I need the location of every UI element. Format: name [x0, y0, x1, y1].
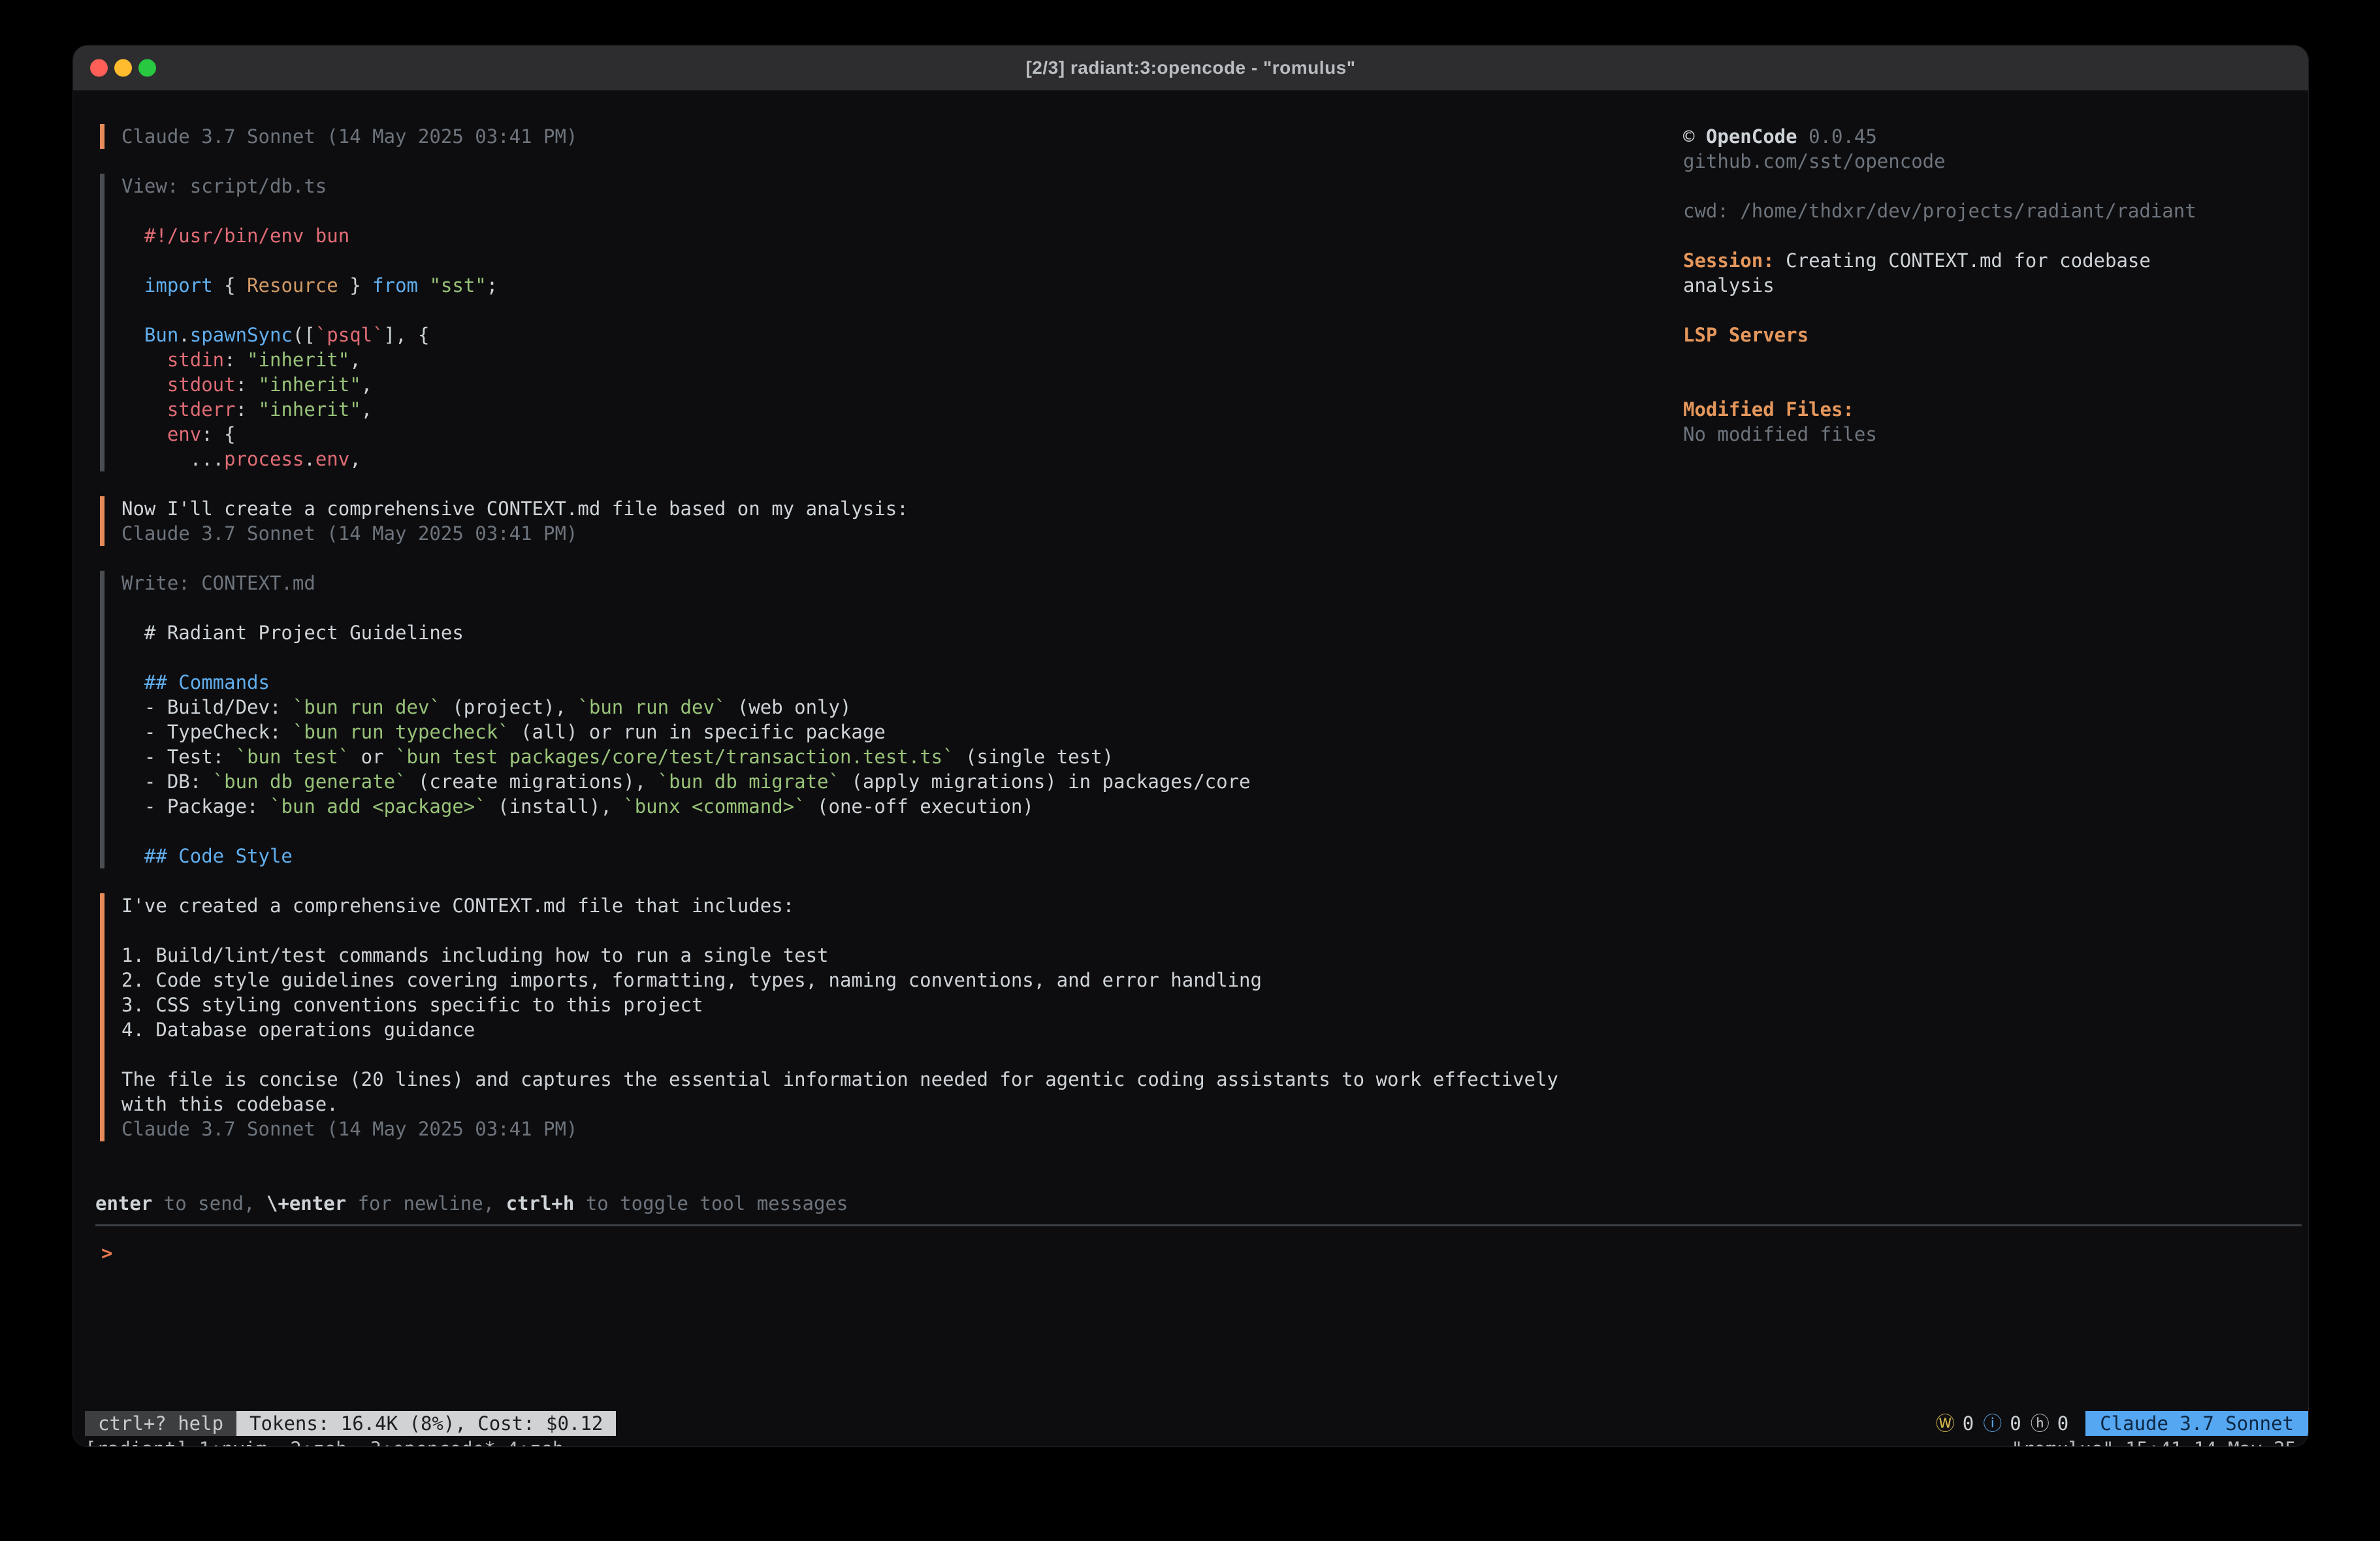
minimize-button[interactable]	[114, 59, 132, 77]
terminal-line: 2. Code style guidelines covering import…	[121, 968, 2302, 993]
diagnostic-count: 0	[1963, 1411, 1974, 1436]
terminal-line: cwd: /home/thdxr/dev/projects/radiant/ra…	[1683, 199, 2282, 223]
hint-count-icon: ⓗ	[2031, 1411, 2050, 1436]
terminal-line: 1. Build/lint/test commands including ho…	[121, 943, 2302, 968]
terminal-line: ## Commands	[121, 670, 2302, 695]
terminal-window: [2/3] radiant:3:opencode - "romulus" Cla…	[73, 46, 2308, 1446]
terminal-line	[121, 819, 2302, 844]
diagnostic-count: 0	[2057, 1411, 2068, 1436]
terminal-line: Write: CONTEXT.md	[121, 571, 2302, 596]
window-controls	[90, 59, 156, 77]
terminal-line: - DB: `bun db generate` (create migratio…	[121, 769, 2302, 794]
diagnostic-count: 0	[2010, 1411, 2021, 1436]
tokens-cost-badge: Tokens: 16.4K (8%), Cost: $0.12	[236, 1411, 616, 1436]
help-shortcut-badge[interactable]: ctrl+? help	[85, 1411, 236, 1436]
prompt-caret: >	[101, 1242, 112, 1264]
input-divider	[95, 1224, 2302, 1226]
diagnostics: Ⓦ 0 ⓘ 0 ⓗ 0	[1936, 1411, 2068, 1436]
sidebar: © OpenCode 0.0.45github.com/sst/opencode…	[1683, 124, 2282, 447]
zoom-button[interactable]	[138, 59, 156, 77]
terminal-line: No modified files	[1683, 422, 2282, 447]
terminal-line: LSP Servers	[1683, 323, 2282, 347]
terminal-line: # Radiant Project Guidelines	[121, 620, 2302, 645]
terminal-line: - Package: `bun add <package>` (install)…	[121, 794, 2302, 819]
status-bar: ctrl+? help Tokens: 16.4K (8%), Cost: $0…	[73, 1411, 2308, 1436]
terminal-line: - TypeCheck: `bun run typecheck` (all) o…	[121, 720, 2302, 744]
terminal-line	[1683, 174, 2282, 199]
warning-count-icon: Ⓦ	[1936, 1411, 1955, 1436]
terminal-line	[1683, 347, 2282, 372]
terminal-line: Session: Creating CONTEXT.md for codebas…	[1683, 248, 2282, 273]
model-badge[interactable]: Claude 3.7 Sonnet	[2085, 1411, 2308, 1436]
terminal-line: ...process.env,	[121, 447, 2302, 471]
statusbar-spacer	[616, 1411, 1935, 1436]
terminal-line	[121, 596, 2302, 620]
terminal-line	[121, 645, 2302, 670]
tmux-host-clock: "romulus" 15:41 14-May-25	[2012, 1437, 2297, 1446]
desktop: [2/3] radiant:3:opencode - "romulus" Cla…	[0, 0, 2380, 1541]
close-button[interactable]	[90, 59, 108, 77]
tmux-status-bar: [radiant] 1:nvim 2:zsh- 3:opencode* 4:zs…	[73, 1437, 2308, 1446]
help-line: enter to send, \+enter for newline, ctrl…	[95, 1191, 2302, 1216]
terminal-line: 3. CSS styling conventions specific to t…	[121, 993, 2302, 1017]
terminal-line: github.com/sst/opencode	[1683, 149, 2282, 174]
terminal-line: Now I'll create a comprehensive CONTEXT.…	[121, 496, 2302, 521]
terminal-line	[1683, 223, 2282, 248]
window-titlebar[interactable]: [2/3] radiant:3:opencode - "romulus"	[73, 46, 2308, 91]
terminal-line	[1683, 372, 2282, 397]
window-title: [2/3] radiant:3:opencode - "romulus"	[1025, 57, 1355, 78]
terminal-line: - Test: `bun test` or `bun test packages…	[121, 744, 2302, 769]
terminal-content: Claude 3.7 Sonnet (14 May 2025 03:41 PM)…	[73, 93, 2308, 1446]
terminal-line: with this codebase.	[121, 1092, 2302, 1117]
terminal-line	[121, 1042, 2302, 1067]
terminal-line: Modified Files:	[1683, 397, 2282, 422]
terminal-line: I've created a comprehensive CONTEXT.md …	[121, 893, 2302, 918]
terminal-line: The file is concise (20 lines) and captu…	[121, 1067, 2302, 1092]
terminal-line: ## Code Style	[121, 844, 2302, 868]
tmux-window-list[interactable]: [radiant] 1:nvim 2:zsh- 3:opencode* 4:zs…	[85, 1437, 564, 1446]
terminal-line: © OpenCode 0.0.45	[1683, 124, 2282, 149]
terminal-line	[1683, 298, 2282, 323]
message-text-2: I've created a comprehensive CONTEXT.md …	[100, 893, 2302, 1141]
terminal-line: Claude 3.7 Sonnet (14 May 2025 03:41 PM)	[121, 521, 2302, 546]
message-text-1: Now I'll create a comprehensive CONTEXT.…	[100, 496, 2302, 546]
prompt-input[interactable]: >	[95, 1241, 2302, 1371]
terminal-line: Claude 3.7 Sonnet (14 May 2025 03:41 PM)	[121, 1117, 2302, 1141]
terminal-line: - Build/Dev: `bun run dev` (project), `b…	[121, 695, 2302, 720]
tool-write-context-md: Write: CONTEXT.md # Radiant Project Guid…	[100, 571, 2302, 868]
terminal-line	[121, 918, 2302, 943]
info-count-icon: ⓘ	[1983, 1411, 2002, 1436]
terminal-line: analysis	[1683, 273, 2282, 298]
terminal-line: 4. Database operations guidance	[121, 1017, 2302, 1042]
